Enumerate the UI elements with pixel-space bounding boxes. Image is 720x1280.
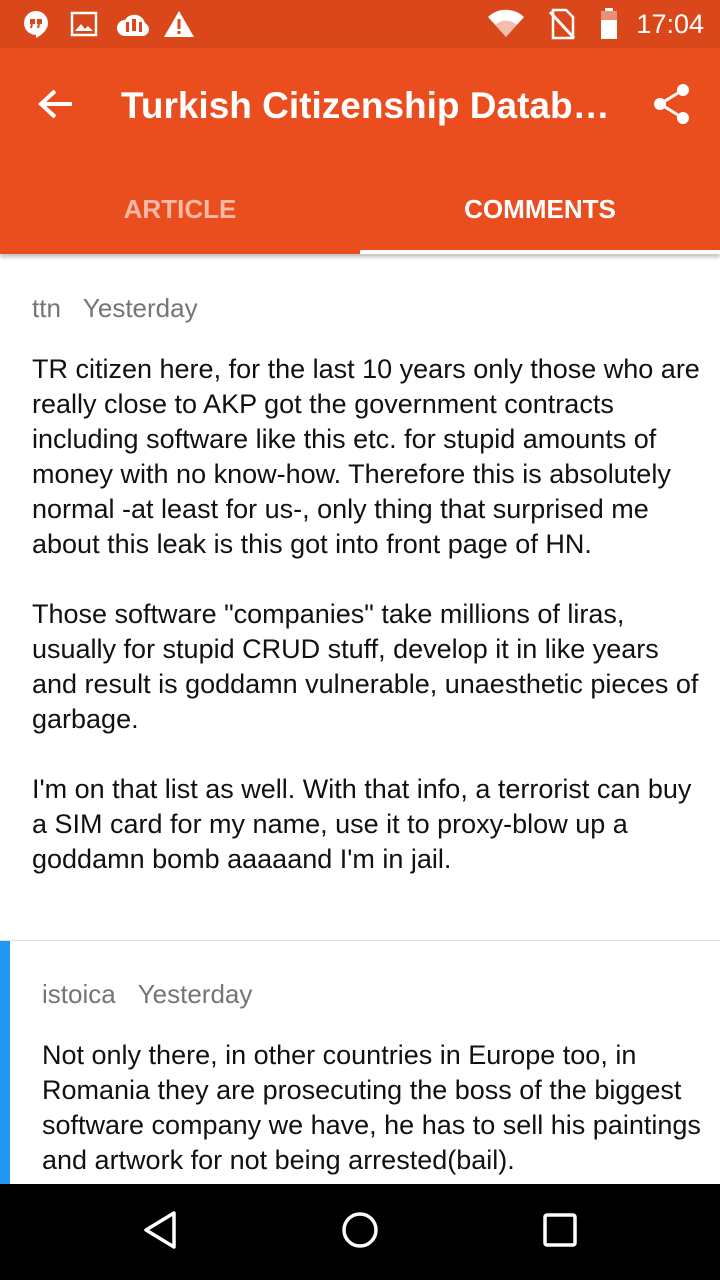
share-button[interactable] [644,78,700,134]
comment-time: Yesterday [82,293,198,323]
recents-square-icon [542,1212,578,1253]
cloud-upload-icon [114,8,154,40]
warning-icon [162,8,196,40]
comment-paragraph: Those software "companies" take millions… [32,599,699,734]
no-sim-icon [546,8,578,40]
comment-meta: istoica Yesterday [42,979,720,1010]
comment-paragraph: I'm on that list as well. With that info… [32,774,692,874]
back-triangle-icon [142,1210,178,1255]
comment-item-reply[interactable]: istoica Yesterday Not only there, in othe… [0,941,720,1186]
status-bar: 17:04 [0,0,720,48]
thread-indent-bar [0,941,10,1186]
nav-recents-button[interactable] [510,1196,610,1268]
app-toolbar: Turkish Citizenship Database Leak ARTICL… [0,48,720,254]
tab-comments[interactable]: COMMENTS [360,168,720,250]
nav-back-button[interactable] [110,1196,210,1268]
comment-paragraph: TR citizen here, for the last 10 years o… [32,354,700,559]
comment-meta: ttn Yesterday [32,293,720,324]
comment-author[interactable]: ttn [32,293,61,323]
comment-body: TR citizen here, for the last 10 years o… [32,352,702,877]
hangouts-icon [20,8,52,40]
share-icon [652,83,692,130]
page-title: Turkish Citizenship Database Leak [121,85,611,126]
comment-author[interactable]: istoica [42,979,116,1009]
home-circle-icon [340,1210,380,1255]
tab-indicator [360,250,720,254]
comment-body: Not only there, in other countries in Eu… [42,1038,702,1178]
clock: 17:04 [636,9,704,39]
nav-home-button[interactable] [310,1196,410,1268]
comment-item[interactable]: ttn Yesterday TR citizen here, for the la… [0,293,720,912]
image-icon [68,8,100,40]
back-button[interactable] [20,78,92,134]
tab-article[interactable]: ARTICLE [0,168,360,250]
comment-paragraph: Not only there, in other countries in Eu… [42,1040,701,1175]
comment-time: Yesterday [137,979,253,1009]
wifi-icon [486,8,526,40]
system-nav-bar [0,1184,720,1280]
battery-icon [598,8,620,40]
arrow-back-icon [38,88,74,125]
